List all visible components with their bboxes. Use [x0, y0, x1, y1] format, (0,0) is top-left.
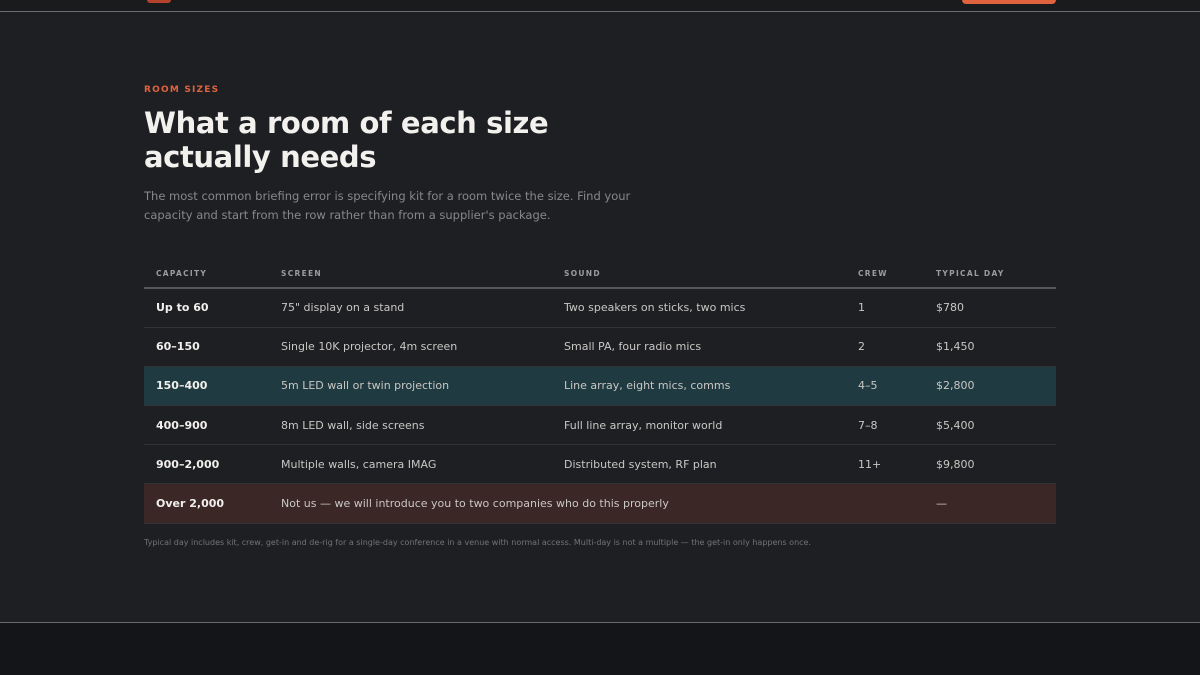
cell-sound: Full line array, monitor world: [552, 405, 846, 446]
cell-crew: 4–5: [846, 366, 924, 407]
column-header-typical-day: TYPICAL DAY: [924, 259, 1056, 289]
section-title: What a room of each size actually needs: [144, 106, 549, 174]
table-row: Up to 60 75" display on a stand Two spea…: [144, 288, 1056, 328]
section-intro: The most common briefing error is specif…: [144, 189, 631, 222]
table-row-declined: Over 2,000 Not us — we will introduce yo…: [144, 483, 1056, 524]
room-size-table: CAPACITY SCREEN SOUND CREW TYPICAL DAY U…: [144, 259, 1056, 524]
cell-sound: Distributed system, RF plan: [552, 444, 846, 485]
column-header-capacity: CAPACITY: [144, 259, 269, 289]
cell-capacity: 150–400: [144, 366, 269, 407]
cell-capacity: 400–900: [144, 405, 269, 446]
cell-sound: Small PA, four radio mics: [552, 327, 846, 367]
cell-typical-day: $780: [924, 288, 1056, 328]
cell-typical-day: —: [924, 483, 1056, 524]
column-header-screen: SCREEN: [269, 259, 552, 289]
cell-crew: 2: [846, 327, 924, 367]
cell-capacity: 60–150: [144, 327, 269, 367]
cell-capacity: Up to 60: [144, 288, 269, 328]
page-footer: [0, 622, 1200, 675]
nav-cta-button[interactable]: [962, 0, 1056, 4]
table-row: 400–900 8m LED wall, side screens Full l…: [144, 405, 1056, 446]
cell-capacity: 900–2,000: [144, 444, 269, 485]
table-footnote: Typical day includes kit, crew, get-in a…: [144, 538, 812, 547]
table-row-highlighted: 150–400 5m LED wall or twin projection L…: [144, 366, 1056, 407]
table-header-row: CAPACITY SCREEN SOUND CREW TYPICAL DAY: [144, 259, 1056, 289]
column-header-sound: SOUND: [552, 259, 846, 289]
top-nav-bar: [0, 0, 1200, 12]
table-row: 60–150 Single 10K projector, 4m screen S…: [144, 327, 1056, 367]
cell-crew: 1: [846, 288, 924, 328]
cell-capacity: Over 2,000: [144, 483, 269, 524]
cell-crew: 7–8: [846, 405, 924, 446]
brand-logo[interactable]: [147, 0, 171, 3]
cell-screen: 75" display on a stand: [269, 288, 552, 328]
cell-typical-day: $9,800: [924, 444, 1056, 485]
cell-crew: 11+: [846, 444, 924, 485]
cell-sound: Two speakers on sticks, two mics: [552, 288, 846, 328]
cell-typical-day: $2,800: [924, 366, 1056, 407]
column-header-crew: CREW: [846, 259, 924, 289]
cell-typical-day: $1,450: [924, 327, 1056, 367]
cell-typical-day: $5,400: [924, 405, 1056, 446]
cell-referral-note: Not us — we will introduce you to two co…: [269, 483, 924, 524]
cell-sound: Line array, eight mics, comms: [552, 366, 846, 407]
cell-screen: 5m LED wall or twin projection: [269, 366, 552, 407]
table-row: 900–2,000 Multiple walls, camera IMAG Di…: [144, 444, 1056, 485]
cell-screen: Multiple walls, camera IMAG: [269, 444, 552, 485]
section-eyebrow: ROOM SIZES: [144, 85, 220, 95]
cell-screen: Single 10K projector, 4m screen: [269, 327, 552, 367]
cell-screen: 8m LED wall, side screens: [269, 405, 552, 446]
